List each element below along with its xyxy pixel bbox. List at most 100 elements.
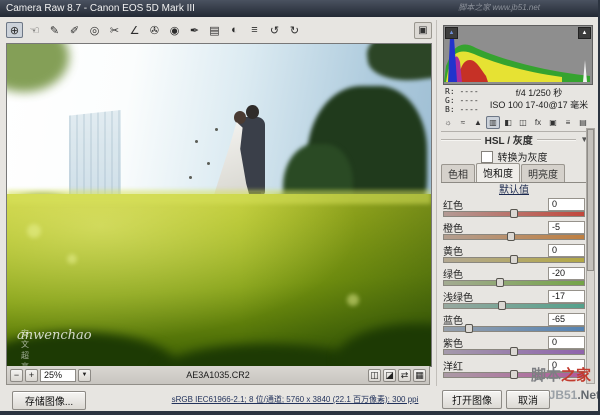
- slider-magenta-label: 洋红: [443, 361, 463, 373]
- white-balance-eyedropper-icon[interactable]: ✎: [46, 22, 63, 38]
- tab-saturation[interactable]: 饱和度: [476, 163, 520, 182]
- slider-aqua-track[interactable]: [443, 301, 585, 310]
- slider-aqua: 浅绿色 -17: [443, 289, 585, 310]
- fullscreen-toggle-icon[interactable]: ▣: [414, 22, 432, 39]
- exif-exposure: f/4 1/250 秒: [515, 88, 563, 98]
- adjustment-brush-icon[interactable]: ✒: [186, 22, 203, 38]
- zoom-in-button[interactable]: +: [25, 368, 38, 382]
- exif-info: f/4 1/250 秒 ISO 100 17-40@17 毫米: [487, 87, 591, 113]
- hsl-panel-content: 转换为灰度 色相 饱和度 明亮度 默认值 红色 0 橙色 -5 黄色 0 绿色 -20: [441, 148, 587, 382]
- floating-petal: [207, 162, 210, 165]
- slider-purple-knob[interactable]: [510, 347, 518, 356]
- zoom-tool-icon[interactable]: ⊕: [6, 22, 23, 38]
- crop-tool-icon[interactable]: ✂: [106, 22, 123, 38]
- tone-curve-panel-icon[interactable]: ≈: [456, 116, 470, 129]
- slider-yellow-value[interactable]: 0: [548, 243, 585, 257]
- site-watermark: 脚本之家 JB51.Net: [531, 367, 600, 402]
- slider-orange-knob[interactable]: [506, 232, 515, 241]
- zoom-dropdown-arrow-icon[interactable]: ▼: [78, 368, 91, 382]
- rgb-readouts: R: ---- G: ---- B: ----: [443, 87, 487, 114]
- basic-panel-icon[interactable]: ☼: [441, 116, 455, 129]
- presets-panel-icon[interactable]: ≡: [561, 116, 575, 129]
- zoom-out-button[interactable]: −: [10, 368, 23, 382]
- slider-aqua-value[interactable]: -17: [548, 289, 585, 303]
- straighten-tool-icon[interactable]: ∠: [126, 22, 143, 38]
- radial-filter-icon[interactable]: ◐: [226, 22, 243, 38]
- slider-green-value[interactable]: -20: [548, 266, 585, 280]
- targeted-adjustment-icon[interactable]: ◎: [86, 22, 103, 38]
- camera-raw-dialog: Camera Raw 8.7 - Canon EOS 5D Mark III 脚…: [0, 0, 600, 415]
- slider-magenta-knob[interactable]: [510, 370, 518, 379]
- slider-red: 红色 0: [443, 197, 585, 218]
- watermark-en-dark: .Net: [577, 388, 600, 402]
- grass-highlight: [7, 190, 431, 204]
- watermark-cn-red: 之家: [561, 367, 592, 384]
- red-eye-removal-icon[interactable]: ◉: [166, 22, 183, 38]
- color-sampler-icon[interactable]: ✐: [66, 22, 83, 38]
- rotate-left-icon[interactable]: ↺: [266, 22, 283, 38]
- slider-orange-track[interactable]: [443, 232, 585, 241]
- open-image-button[interactable]: 打开图像: [442, 390, 502, 409]
- slider-purple-label: 紫色: [443, 338, 463, 350]
- tab-luminance[interactable]: 明亮度: [521, 164, 565, 182]
- slider-green: 绿色 -20: [443, 266, 585, 287]
- r-label: R:: [445, 87, 455, 96]
- dialog-footer: 存储图像... sRGB IEC61966-2.1; 8 位/通道; 5760 …: [0, 386, 598, 411]
- highlight-clipping-indicator[interactable]: ▲: [578, 27, 591, 39]
- tab-hue[interactable]: 色相: [441, 164, 475, 182]
- slider-blue-track[interactable]: [443, 324, 585, 333]
- slider-red-track[interactable]: [443, 209, 585, 218]
- spot-removal-icon[interactable]: ✇: [146, 22, 163, 38]
- slider-green-knob[interactable]: [496, 278, 504, 287]
- slider-aqua-knob[interactable]: [498, 301, 507, 310]
- bokeh-light: [27, 224, 41, 238]
- detail-panel-icon[interactable]: ▲: [471, 116, 485, 129]
- slider-red-value[interactable]: 0: [548, 197, 585, 211]
- preferences-icon[interactable]: ≡: [246, 22, 263, 38]
- groom-head: [246, 105, 259, 119]
- workflow-options-link[interactable]: sRGB IEC61966-2.1; 8 位/通道; 5760 x 3840 (…: [150, 394, 440, 405]
- slider-blue-value[interactable]: -65: [548, 312, 585, 326]
- exif-iso-lens: ISO 100 17-40@17 毫米: [489, 100, 589, 110]
- slider-blue: 蓝色 -65: [443, 312, 585, 333]
- panel-scrollbar-thumb[interactable]: [587, 129, 594, 271]
- split-toning-panel-icon[interactable]: ◧: [501, 116, 515, 129]
- g-label: G:: [445, 96, 455, 105]
- save-image-button[interactable]: 存储图像...: [12, 391, 86, 410]
- preview-side-by-side-button[interactable]: ◫: [368, 368, 381, 382]
- hand-tool-icon[interactable]: ☜: [26, 22, 43, 38]
- slider-purple-value[interactable]: 0: [548, 335, 585, 349]
- histogram[interactable]: ▲ ▲: [443, 25, 593, 85]
- slider-orange-value[interactable]: -5: [548, 220, 585, 234]
- lens-corrections-panel-icon[interactable]: ◫: [516, 116, 530, 129]
- hsl-grayscale-panel-icon[interactable]: ▥: [486, 116, 500, 129]
- titlebar-watermark: 脚本之家 www.jb51.net: [458, 3, 540, 12]
- histogram-canvas: [444, 28, 590, 82]
- r-value: ----: [459, 87, 479, 96]
- panel-scrollbar[interactable]: [586, 128, 595, 384]
- preview-split-button[interactable]: ◪: [383, 368, 396, 382]
- slider-red-knob[interactable]: [510, 209, 518, 218]
- slider-yellow-track[interactable]: [443, 255, 585, 264]
- camera-calibration-panel-icon[interactable]: ▣: [546, 116, 560, 129]
- panel-tab-strip: ☼ ≈ ▲ ▥ ◧ ◫ fx ▣ ≡ ▤: [441, 116, 593, 132]
- rotate-right-icon[interactable]: ↻: [286, 22, 303, 38]
- floating-petal: [215, 128, 218, 131]
- effects-panel-icon[interactable]: fx: [531, 116, 545, 129]
- graduated-filter-icon[interactable]: ▤: [206, 22, 223, 38]
- preview-options-button[interactable]: ▦: [413, 368, 426, 382]
- slider-purple-track[interactable]: [443, 347, 585, 356]
- convert-grayscale-checkbox[interactable]: [480, 150, 493, 163]
- preview-swap-button[interactable]: ⇄: [398, 368, 411, 382]
- slider-yellow-knob[interactable]: [510, 255, 518, 264]
- panel-header: HSL / 灰度 ▼≡: [441, 133, 593, 147]
- slider-green-track[interactable]: [443, 278, 585, 287]
- slider-orange-label: 橙色: [443, 223, 463, 235]
- b-label: B:: [445, 105, 455, 114]
- shadow-clipping-indicator[interactable]: ▲: [445, 27, 458, 39]
- zoom-level-select[interactable]: 25%: [40, 368, 76, 382]
- photo-preview[interactable]: anwenchao安文超 高端婚摄: [6, 43, 432, 367]
- slider-blue-knob[interactable]: [464, 324, 473, 333]
- title-bar[interactable]: Camera Raw 8.7 - Canon EOS 5D Mark III 脚…: [0, 0, 598, 17]
- slider-orange: 橙色 -5: [443, 220, 585, 241]
